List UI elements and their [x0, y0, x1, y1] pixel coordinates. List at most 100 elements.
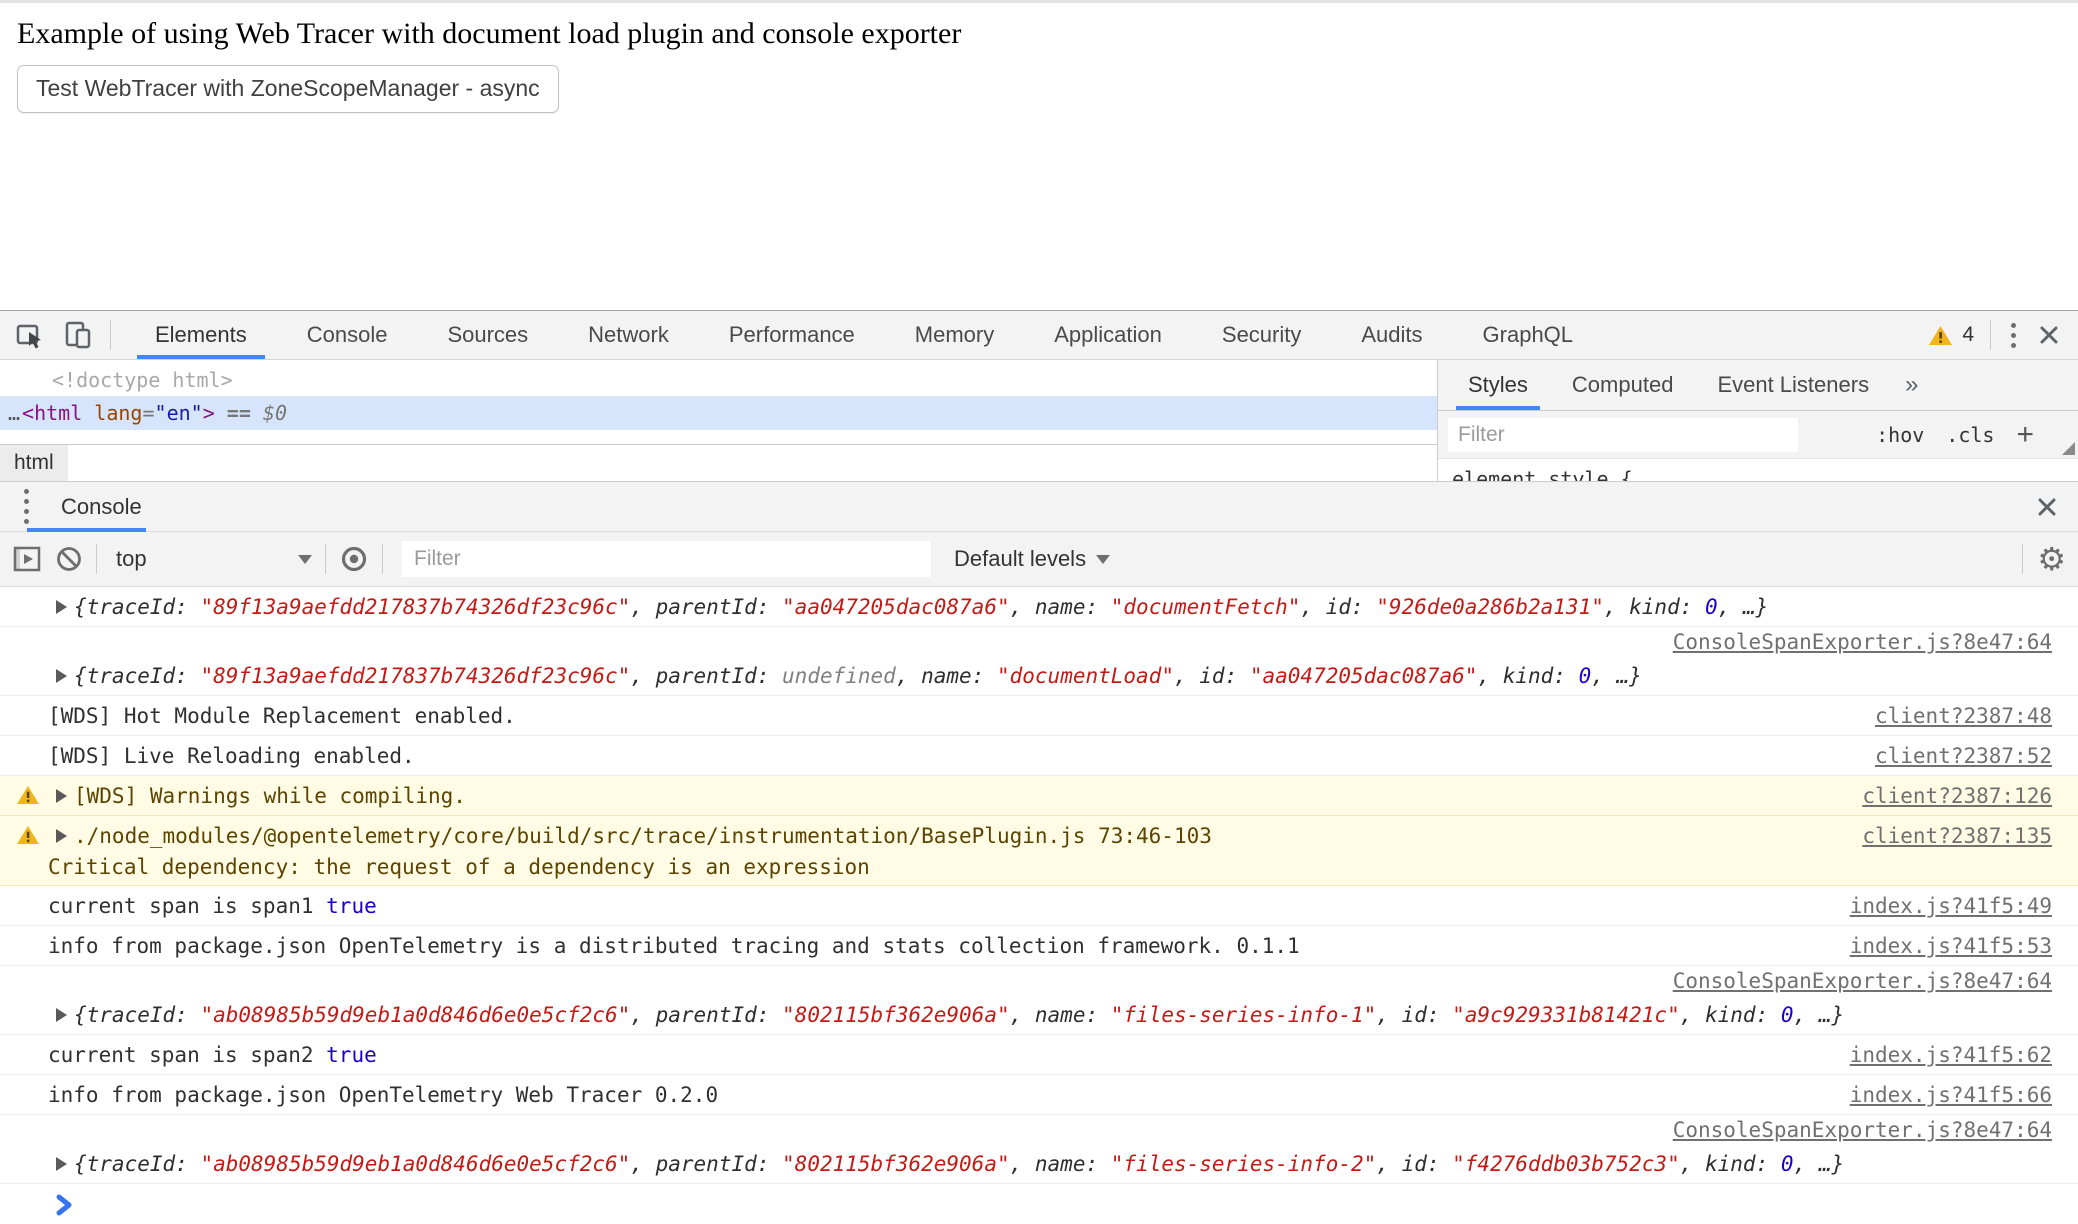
tab-styles[interactable]: Styles: [1446, 360, 1550, 410]
warning-count: 4: [1962, 323, 1974, 347]
tab-graphql[interactable]: GraphQL: [1453, 311, 1604, 359]
toggle-hover-state-button[interactable]: :hov: [1876, 423, 1924, 447]
styles-rules-clipped: element.style {: [1438, 459, 2078, 481]
console-message: ConsoleSpanExporter.js?8e47:64 {traceId: …: [0, 627, 2078, 696]
clear-console-icon[interactable]: [55, 545, 83, 573]
source-link[interactable]: ConsoleSpanExporter.js?8e47:64: [1673, 969, 2052, 993]
divider: [325, 544, 326, 574]
console-message-row: {traceId: "ab08985b59d9eb1a0d846d6e0e5cf…: [0, 995, 2078, 1034]
tab-computed[interactable]: Computed: [1550, 360, 1696, 410]
prompt-chevron-icon: [54, 1192, 76, 1218]
new-style-rule-button[interactable]: +: [2016, 418, 2034, 452]
expand-triangle-icon[interactable]: [56, 789, 67, 803]
console-message-text: Critical dependency: the request of a de…: [0, 855, 870, 879]
console-sidebar-icon[interactable]: [12, 544, 42, 574]
tab-elements[interactable]: Elements: [125, 311, 277, 359]
source-link-row: ConsoleSpanExporter.js?8e47:64: [0, 1115, 2078, 1144]
drawer-menu-icon[interactable]: [20, 485, 33, 528]
styles-filter-row: :hov .cls +: [1438, 411, 2078, 459]
tab-application[interactable]: Application: [1024, 311, 1192, 359]
source-link[interactable]: ConsoleSpanExporter.js?8e47:64: [1673, 1118, 2052, 1142]
test-webtracer-button[interactable]: Test WebTracer with ZoneScopeManager - a…: [17, 65, 559, 113]
execution-context-selector[interactable]: top: [110, 546, 312, 572]
tab-performance[interactable]: Performance: [699, 311, 885, 359]
console-message: [WDS] Live Reloading enabled.client?2387…: [0, 736, 2078, 776]
console-message: {traceId: "89f13a9aefdd217837b74326df23c…: [0, 587, 2078, 627]
tab-memory[interactable]: Memory: [885, 311, 1024, 359]
console-message: info from package.json OpenTelemetry Web…: [0, 1075, 2078, 1115]
tab-event-listeners[interactable]: Event Listeners: [1695, 360, 1891, 410]
devtools-menu-icon[interactable]: [2007, 319, 2020, 352]
tab-security[interactable]: Security: [1192, 311, 1331, 359]
source-link-row: ConsoleSpanExporter.js?8e47:64: [0, 966, 2078, 995]
log-levels-dropdown[interactable]: Default levels: [954, 546, 1110, 572]
tab-audits[interactable]: Audits: [1331, 311, 1452, 359]
console-drawer-header: Console: [0, 482, 2078, 532]
resize-grip-icon[interactable]: [2062, 442, 2075, 455]
devtools-close-icon[interactable]: [2036, 322, 2062, 348]
divider: [1990, 320, 1991, 350]
console-message-row: [WDS] Warnings while compiling.client?23…: [0, 776, 2078, 815]
console-message-row: {traceId: "ab08985b59d9eb1a0d846d6e0e5cf…: [0, 1144, 2078, 1183]
warning-icon: [16, 785, 40, 810]
breadcrumb-html[interactable]: html: [0, 445, 68, 481]
source-link[interactable]: index.js?41f5:66: [1850, 1083, 2052, 1107]
console-message: ConsoleSpanExporter.js?8e47:64{traceId: …: [0, 1115, 2078, 1184]
source-link-row: ConsoleSpanExporter.js?8e47:64: [0, 627, 2078, 656]
console-message-row: current span is span2 true index.js?41f5:…: [0, 1035, 2078, 1074]
console-filter-input[interactable]: [402, 541, 931, 577]
console-message-row: {traceId: "89f13a9aefdd217837b74326df23c…: [0, 587, 2078, 626]
console-message-text: {traceId: "89f13a9aefdd217837b74326df23c…: [0, 664, 1642, 688]
tab-console[interactable]: Console: [277, 311, 418, 359]
styles-overflow-tabs-icon[interactable]: »: [1891, 360, 1932, 410]
console-message-text: info from package.json OpenTelemetry is …: [0, 934, 1300, 958]
console-message-row: [WDS] Live Reloading enabled.client?2387…: [0, 736, 2078, 775]
console-message: current span is span2 true index.js?41f5:…: [0, 1035, 2078, 1075]
toggle-class-button[interactable]: .cls: [1946, 423, 1994, 447]
console-message-row: {traceId: "89f13a9aefdd217837b74326df23c…: [0, 656, 2078, 695]
divider: [110, 320, 111, 350]
drawer-close-icon[interactable]: [2034, 494, 2060, 520]
toggle-device-toolbar-icon[interactable]: [62, 319, 94, 351]
create-live-expression-eye-icon[interactable]: [339, 544, 369, 574]
styles-tabs: StylesComputedEvent Listeners»: [1438, 360, 2078, 411]
inspect-element-icon[interactable]: [14, 319, 46, 351]
collapsed-ellipsis[interactable]: …: [8, 401, 20, 425]
styles-filter-input[interactable]: [1448, 418, 1798, 452]
source-link[interactable]: index.js?41f5:49: [1850, 894, 2052, 918]
console-messages: {traceId: "89f13a9aefdd217837b74326df23c…: [0, 587, 2078, 1224]
devtools-panel: ElementsConsoleSourcesNetworkPerformance…: [0, 310, 2078, 1224]
source-link[interactable]: client?2387:135: [1862, 824, 2052, 848]
console-message-text: current span is span1 true: [0, 894, 377, 918]
source-link[interactable]: client?2387:52: [1875, 744, 2052, 768]
warning-count-badge[interactable]: 4: [1928, 323, 1974, 347]
console-message-text: ./node_modules/@opentelemetry/core/build…: [0, 824, 1212, 848]
tab-console-drawer[interactable]: Console: [59, 482, 144, 531]
breadcrumb: html: [0, 444, 1437, 481]
selected-html-node[interactable]: …<html lang="en"> == $0: [0, 396, 1437, 430]
divider: [382, 544, 383, 574]
tab-sources[interactable]: Sources: [417, 311, 558, 359]
source-link[interactable]: client?2387:48: [1875, 704, 2052, 728]
console-message-row: ./node_modules/@opentelemetry/core/build…: [0, 816, 2078, 855]
expand-triangle-icon[interactable]: [56, 1008, 67, 1022]
tab-network[interactable]: Network: [558, 311, 699, 359]
web-page-area: Example of using Web Tracer with documen…: [0, 0, 2078, 313]
console-prompt[interactable]: [0, 1184, 2078, 1224]
expand-triangle-icon[interactable]: [56, 829, 67, 843]
console-settings-gear-icon[interactable]: ⚙: [2037, 543, 2066, 575]
dropdown-caret-icon: [1096, 555, 1110, 564]
source-link[interactable]: client?2387:126: [1862, 784, 2052, 808]
expand-triangle-icon[interactable]: [56, 669, 67, 683]
console-message-row: current span is span1 true index.js?41f5:…: [0, 886, 2078, 925]
expand-triangle-icon[interactable]: [56, 1157, 67, 1171]
doctype-node[interactable]: <!doctype html>: [0, 363, 1437, 396]
expand-triangle-icon[interactable]: [56, 600, 67, 614]
console-message-text: current span is span2 true: [0, 1043, 377, 1067]
warning-icon: [16, 825, 40, 850]
styles-sidebar: StylesComputedEvent Listeners» :hov .cls…: [1437, 360, 2078, 481]
source-link[interactable]: index.js?41f5:62: [1850, 1043, 2052, 1067]
source-link[interactable]: ConsoleSpanExporter.js?8e47:64: [1673, 630, 2052, 654]
source-link[interactable]: index.js?41f5:53: [1850, 934, 2052, 958]
console-message: [WDS] Hot Module Replacement enabled.cli…: [0, 696, 2078, 736]
